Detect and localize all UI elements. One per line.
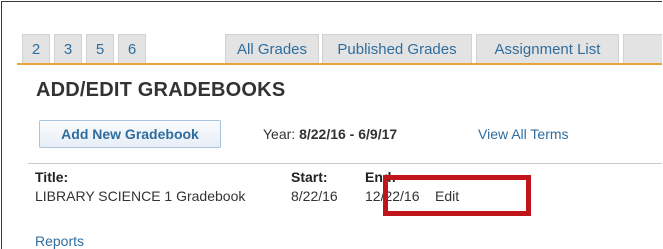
gradebook-page: 2 3 5 6 All Grades Published Grades Assi… (1, 1, 662, 249)
tab-grade-6[interactable]: 6 (118, 34, 146, 64)
divider (28, 163, 662, 164)
view-all-terms-link[interactable]: View All Terms (478, 126, 569, 142)
start-header: Start: (291, 169, 328, 185)
add-new-gradebook-button[interactable]: Add New Gradebook (39, 120, 221, 148)
year-label: Year: (263, 126, 296, 142)
tab-grade-2[interactable]: 2 (22, 34, 50, 64)
tab-bar: 2 3 5 6 All Grades Published Grades Assi… (2, 2, 662, 65)
year-range: Year: 8/22/16 - 6/9/17 (263, 126, 397, 142)
reports-link[interactable]: Reports (35, 233, 84, 249)
page-title: ADD/EDIT GRADEBOOKS (36, 79, 286, 101)
tab-partial[interactable] (623, 34, 662, 64)
gradebook-start-date: 8/22/16 (291, 188, 338, 204)
gradebook-end-date: 12/22/16 (365, 188, 420, 204)
year-value: 8/22/16 - 6/9/17 (299, 126, 398, 142)
tab-grade-3[interactable]: 3 (54, 34, 82, 64)
tab-assignment-list[interactable]: Assignment List (476, 34, 619, 64)
tab-published-grades[interactable]: Published Grades (322, 34, 472, 64)
tab-underline (17, 63, 662, 65)
end-header: End: (365, 169, 397, 185)
title-header: Title: (35, 169, 69, 185)
tab-all-grades[interactable]: All Grades (225, 34, 319, 64)
gradebook-title-link[interactable]: LIBRARY SCIENCE 1 Gradebook (35, 188, 245, 204)
tab-grade-5[interactable]: 5 (86, 34, 114, 64)
edit-gradebook-link[interactable]: Edit (435, 188, 459, 204)
